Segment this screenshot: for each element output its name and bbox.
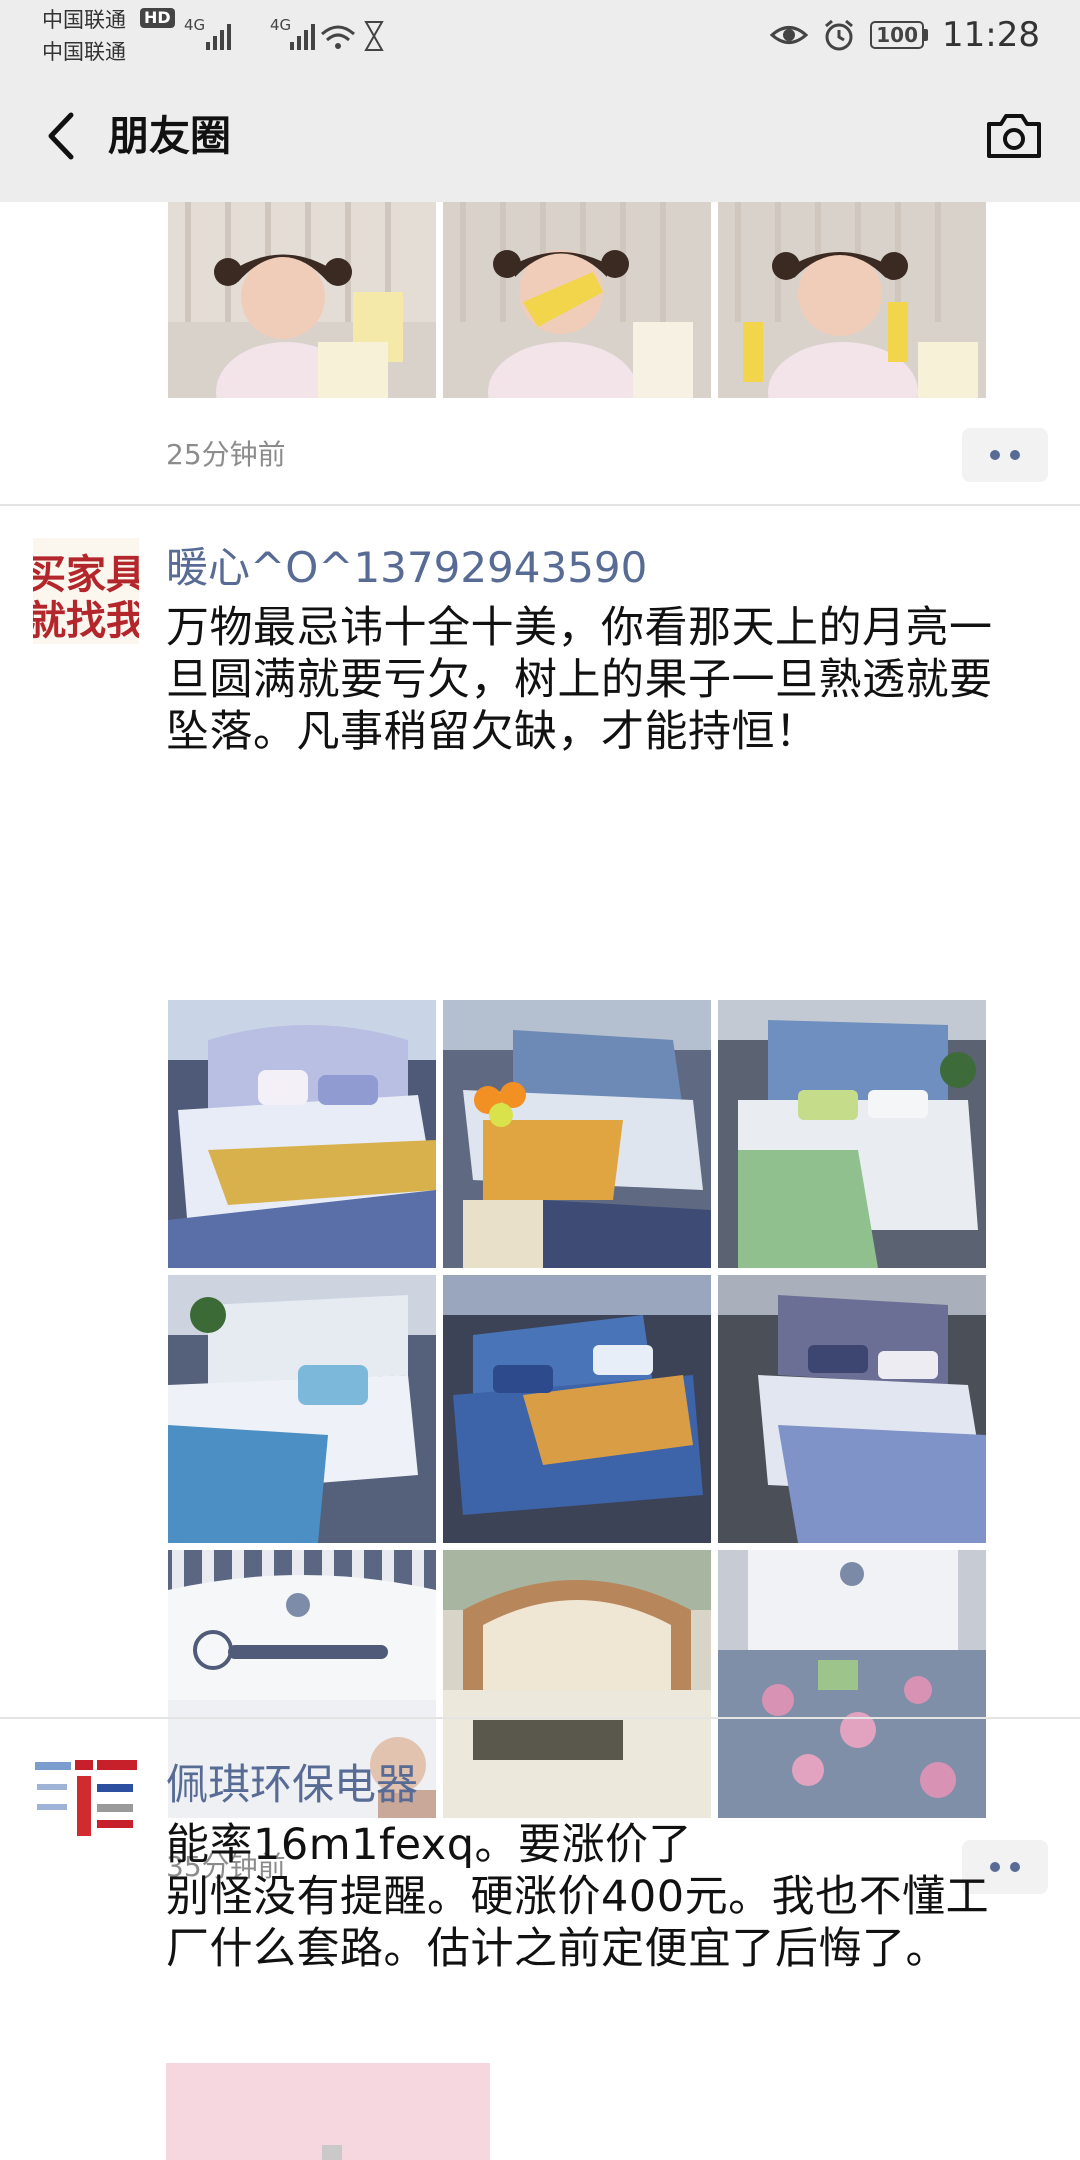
photo-thumbnail[interactable] xyxy=(443,202,711,398)
back-button[interactable] xyxy=(30,106,90,166)
battery-icon: 100 xyxy=(870,21,929,49)
eye-icon xyxy=(770,26,809,44)
signal-icons: 4G 4G xyxy=(184,14,404,54)
moments-feed[interactable]: 25分钟前 买家具 就找我 暖心^O^13792943590 万物最忌讳十全十美… xyxy=(0,202,1080,2160)
nav-bar: 朋友圈 xyxy=(0,70,1080,202)
photo-thumbnail[interactable] xyxy=(718,1275,986,1543)
page-title: 朋友圈 xyxy=(108,112,231,160)
poster-nickname[interactable]: 佩琪环保电器 xyxy=(166,1759,418,1811)
photo-thumbnail[interactable] xyxy=(443,1275,711,1543)
photo-thumbnail[interactable] xyxy=(443,1000,711,1268)
alarm-clock-icon xyxy=(825,19,854,51)
photo-thumbnail[interactable] xyxy=(168,202,436,398)
network-type-2: 4G xyxy=(270,16,291,34)
photo-thumbnail[interactable] xyxy=(718,1000,986,1268)
dot-icon xyxy=(990,450,1000,460)
network-type-1: 4G xyxy=(184,16,205,34)
camera-button[interactable] xyxy=(982,104,1046,168)
photo-thumbnail[interactable] xyxy=(166,2063,490,2160)
post-time: 25分钟前 xyxy=(166,438,286,471)
moment-post: 25分钟前 xyxy=(0,202,1080,506)
dot-icon xyxy=(1010,450,1020,460)
photo-thumbnail[interactable] xyxy=(718,202,986,398)
post-text: 万物最忌讳十全十美，你看那天上的月亮一旦圆满就要亏欠，树上的果子一旦熟透就要坠落… xyxy=(166,603,993,757)
camera-icon xyxy=(987,114,1041,158)
photo-grid xyxy=(168,1000,986,1818)
battery-level: 100 xyxy=(870,21,925,49)
poster-nickname[interactable]: 暖心^O^13792943590 xyxy=(166,542,647,594)
post-text: 能率16m1fexq。要涨价了 别怪没有提醒。硬涨价400元。我也不懂工厂什么套… xyxy=(166,1820,990,1974)
svg-text:就找我: 就找我 xyxy=(33,598,139,644)
avatar[interactable]: 买家具 就找我 xyxy=(33,538,139,644)
carrier-label-1: 中国联通 xyxy=(42,8,126,32)
photo-thumbnail[interactable] xyxy=(168,1000,436,1268)
status-time: 11:28 xyxy=(942,15,1040,55)
status-bar: 中国联通 中国联通 HD 4G 4G 100 11:28 xyxy=(0,0,1080,70)
hd-badge: HD xyxy=(140,8,175,28)
chevron-left-icon xyxy=(48,112,74,160)
photo-thumbnail[interactable] xyxy=(168,1275,436,1543)
more-actions-button[interactable] xyxy=(962,428,1048,482)
moment-post: 买家具 就找我 暖心^O^13792943590 万物最忌讳十全十美，你看那天上… xyxy=(0,506,1080,1894)
photo-grid xyxy=(168,202,986,398)
moment-post: 佩琪环保电器 能率16m1fexq。要涨价了 别怪没有提醒。硬涨价400元。我也… xyxy=(0,1719,1080,2160)
carrier-label-2: 中国联通 xyxy=(42,40,126,64)
svg-text:买家具: 买家具 xyxy=(33,552,139,598)
status-right-icons: 100 11:28 xyxy=(770,0,1040,70)
avatar[interactable] xyxy=(33,1754,139,1860)
